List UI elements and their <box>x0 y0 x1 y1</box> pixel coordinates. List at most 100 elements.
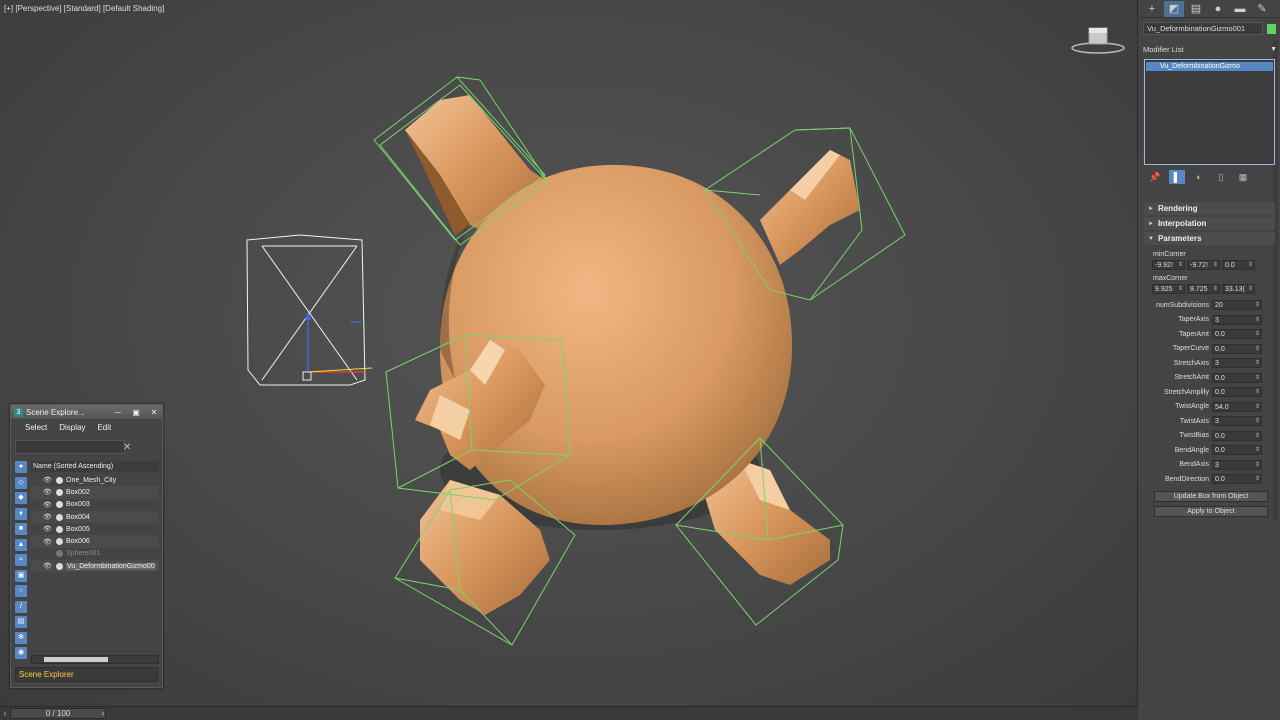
max-corner-z-spinner[interactable]: 33.13( <box>1222 284 1255 294</box>
list-item[interactable]: 👁 Box006 <box>31 535 159 548</box>
object-name: One_Mesh_City <box>66 476 117 484</box>
param-spinner[interactable]: 0.0 <box>1212 445 1262 456</box>
hierarchy-icon[interactable]: ▤ <box>1186 1 1206 17</box>
group-filter-icon[interactable]: ▣ <box>15 569 27 582</box>
freeze-dot-icon[interactable] <box>56 501 63 509</box>
freeze-dot-icon[interactable] <box>56 476 63 484</box>
rollout-parameters[interactable]: ▼ Parameters <box>1144 232 1275 245</box>
apply-to-object-button[interactable]: Apply to Object <box>1154 505 1268 517</box>
freeze-dot-icon[interactable] <box>56 562 63 570</box>
search-input[interactable] <box>15 440 125 454</box>
shape-filter-icon[interactable]: ◆ <box>15 492 27 504</box>
param-spinner[interactable]: 3 <box>1212 314 1262 325</box>
freeze-dot-icon[interactable] <box>56 538 63 546</box>
freeze-dot-icon[interactable] <box>56 513 63 521</box>
param-spinner[interactable]: 54.0 <box>1212 401 1262 412</box>
hidden-filter-icon[interactable]: ◉ <box>15 647 27 659</box>
maximize-icon[interactable]: ▣ <box>128 407 144 418</box>
remove-modifier-icon[interactable]: ▯ <box>1213 170 1229 184</box>
visibility-eye-icon[interactable]: 👁 <box>43 562 53 570</box>
list-item[interactable]: 👁 One_Mesh_City <box>31 474 159 486</box>
param-spinner[interactable]: 0.0 <box>1212 474 1262 485</box>
menu-display[interactable]: Display <box>59 423 85 432</box>
object-name: Box005 <box>66 525 90 533</box>
scene-explorer-titlebar[interactable]: 3 Scene Explore... ─ ▣ ✕ <box>11 405 162 419</box>
viewcube-icon[interactable] <box>1070 22 1126 58</box>
column-header-name[interactable]: Name (Sorted Ascending) <box>31 461 159 472</box>
clear-search-icon[interactable]: ✕ <box>123 442 131 453</box>
visibility-eye-icon[interactable]: 👁 <box>43 488 53 496</box>
param-spinner[interactable]: 20 <box>1212 300 1262 311</box>
param-spinner[interactable]: 3 <box>1212 358 1262 369</box>
list-item[interactable]: 👁 Box003 <box>31 499 159 511</box>
xref-filter-icon[interactable]: ○ <box>15 585 27 597</box>
freeze-dot-icon[interactable] <box>56 525 63 533</box>
motion-icon[interactable]: ● <box>1208 1 1228 17</box>
display-icon[interactable]: ▬ <box>1230 1 1250 17</box>
list-item[interactable]: 👁 Vu_DeformbinationGizmo00 <box>31 560 159 573</box>
geometry-filter-icon[interactable]: ◇ <box>15 476 27 489</box>
update-box-button[interactable]: Update Box from Object <box>1154 490 1268 502</box>
rollout-rendering[interactable]: ► Rendering <box>1144 202 1275 215</box>
show-end-result-icon[interactable]: ▌ <box>1169 170 1185 184</box>
max-corner-x-spinner[interactable]: 9.925 <box>1152 284 1185 294</box>
param-spinner[interactable]: 0.0 <box>1212 372 1262 383</box>
next-frame-icon[interactable]: › <box>96 708 110 719</box>
menu-edit[interactable]: Edit <box>97 423 111 432</box>
visibility-eye-icon[interactable]: 👁 <box>43 476 53 484</box>
container-filter-icon[interactable]: ▤ <box>15 616 27 628</box>
spacewarp-filter-icon[interactable]: ≈ <box>15 554 27 566</box>
min-corner-z-spinner[interactable]: 0.0 <box>1222 260 1255 270</box>
chevron-down-icon[interactable]: ▼ <box>1270 46 1277 53</box>
configure-sets-icon[interactable]: ▦ <box>1235 170 1251 184</box>
min-corner-x-spinner[interactable]: -9.92! <box>1152 260 1185 270</box>
freeze-dot-icon[interactable] <box>56 550 63 558</box>
modify-icon[interactable]: ◩ <box>1164 0 1184 17</box>
param-label: BendDirection <box>1165 475 1209 483</box>
param-row: numSubdivisions 20 <box>1144 298 1275 313</box>
list-item[interactable]: 👁 Box004 <box>31 510 159 524</box>
modifier-list-dropdown[interactable]: Modifier List <box>1143 45 1183 54</box>
param-label: TaperAxis <box>1178 316 1209 324</box>
object-name-field[interactable]: Vu_DeformbinationGizmo001 <box>1143 22 1263 35</box>
time-slider[interactable]: 0 / 100 <box>10 708 106 719</box>
modifier-stack[interactable]: Vu_DeformbinationGizmo <box>1144 59 1275 165</box>
utilities-icon[interactable]: ✎ <box>1252 1 1272 17</box>
max-corner-y-spinner[interactable]: 9.725 <box>1187 284 1220 294</box>
visibility-eye-icon[interactable]: 👁 <box>43 513 53 521</box>
visibility-eye-icon[interactable]: 👁 <box>43 525 53 533</box>
param-spinner[interactable]: 0.0 <box>1212 430 1262 441</box>
window-title: Scene Explore... <box>26 407 85 417</box>
explorer-selector[interactable]: Scene Explorer <box>15 667 158 682</box>
param-spinner[interactable]: 3 <box>1212 459 1262 470</box>
param-spinner[interactable]: 0.0 <box>1212 329 1262 340</box>
param-label: TwistAxis <box>1179 417 1209 425</box>
min-corner-y-spinner[interactable]: -9.72! <box>1187 260 1220 270</box>
display-none-icon[interactable]: ● <box>15 461 27 473</box>
pin-stack-icon[interactable]: 📌 <box>1147 170 1163 184</box>
list-item[interactable]: 👁 Box005 <box>31 523 159 535</box>
param-spinner[interactable]: 0.0 <box>1212 387 1262 398</box>
perspective-viewport[interactable]: [+] [Perspective] [Standard] [Default Sh… <box>0 0 1138 706</box>
modifier-stack-item[interactable]: Vu_DeformbinationGizmo <box>1146 62 1273 71</box>
visibility-eye-icon[interactable]: 👁 <box>43 501 53 509</box>
list-item[interactable]: 👁 Box002 <box>31 486 159 499</box>
create-icon[interactable]: + <box>1142 1 1162 17</box>
visibility-eye-icon[interactable]: 👁 <box>43 538 53 546</box>
minimize-icon[interactable]: ─ <box>110 407 126 418</box>
make-unique-icon[interactable]: ◐ <box>1191 170 1207 184</box>
camera-filter-icon[interactable]: ■ <box>15 523 27 535</box>
param-spinner[interactable]: 3 <box>1212 416 1262 427</box>
menu-select[interactable]: Select <box>25 423 47 432</box>
helper-filter-icon[interactable]: ▲ <box>15 538 27 551</box>
rollout-interpolation[interactable]: ► Interpolation <box>1144 217 1275 230</box>
bone-filter-icon[interactable]: / <box>15 600 27 613</box>
horizontal-scrollbar[interactable] <box>31 655 159 664</box>
light-filter-icon[interactable]: ♦ <box>15 507 27 520</box>
object-color-swatch[interactable] <box>1267 23 1276 34</box>
frozen-filter-icon[interactable]: ✻ <box>15 631 27 644</box>
freeze-dot-icon[interactable] <box>56 488 63 496</box>
list-item[interactable]: Sphere001 <box>31 548 159 560</box>
param-spinner[interactable]: 0.0 <box>1212 343 1262 354</box>
close-icon[interactable]: ✕ <box>146 407 162 418</box>
